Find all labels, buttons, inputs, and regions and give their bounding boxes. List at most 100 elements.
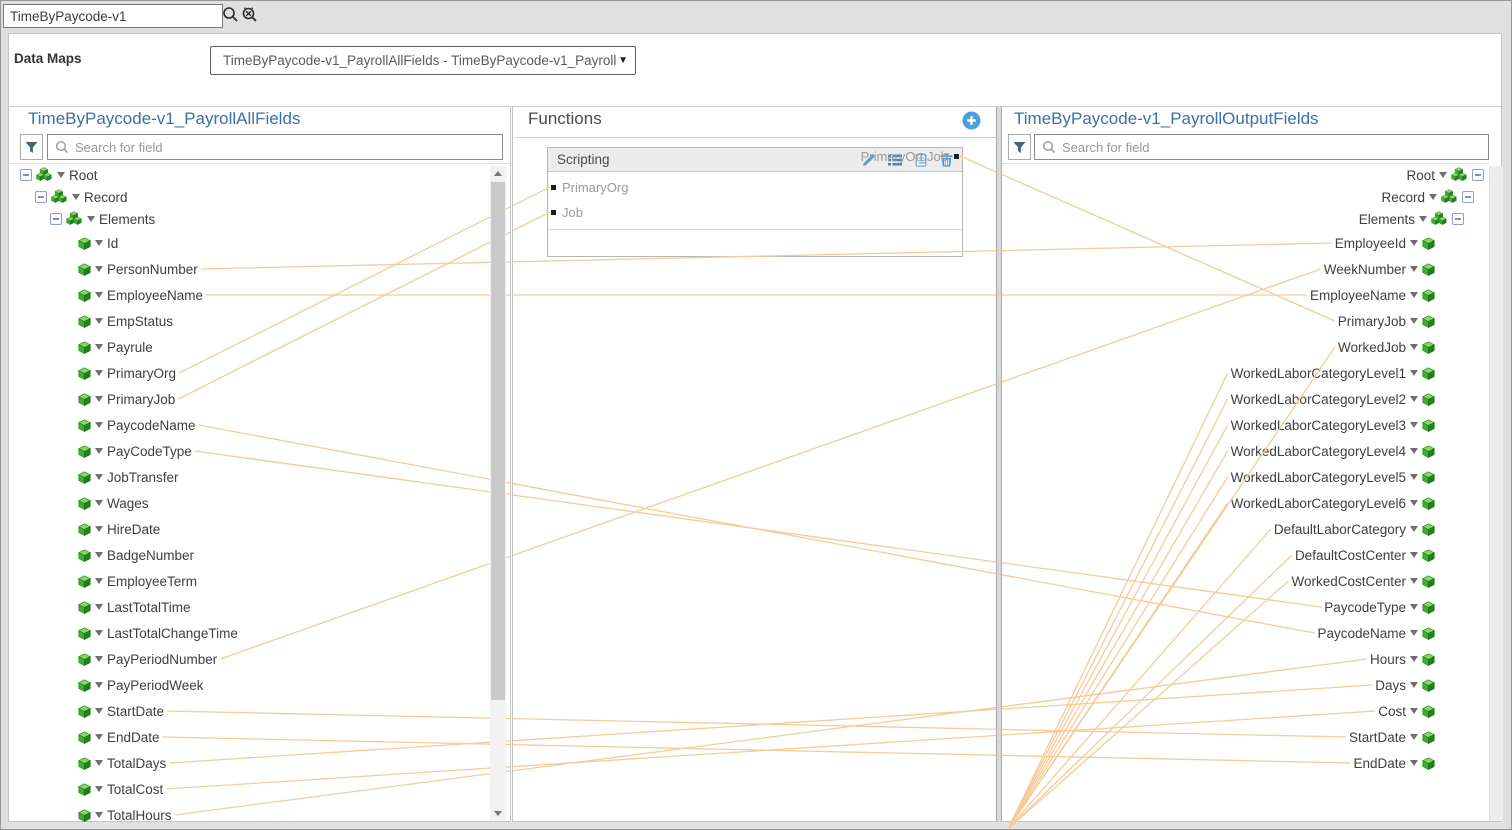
target-tree-row-enddate[interactable]: EndDate <box>1353 750 1435 776</box>
field-menu-arrow-icon[interactable] <box>1410 370 1418 376</box>
object-search-input[interactable] <box>3 4 223 28</box>
field-menu-arrow-icon[interactable] <box>1410 500 1418 506</box>
field-menu-arrow-icon[interactable] <box>95 474 103 480</box>
target-tree-row-primaryjob[interactable]: PrimaryJob <box>1338 308 1435 334</box>
source-tree-row-totalcost[interactable]: TotalCost <box>78 776 163 802</box>
field-menu-arrow-icon[interactable] <box>1410 240 1418 246</box>
field-menu-arrow-icon[interactable] <box>95 344 103 350</box>
target-field-search-input[interactable] <box>1060 139 1488 156</box>
source-tree-row-lasttotaltime[interactable]: LastTotalTime <box>78 594 191 620</box>
add-function-button[interactable] <box>962 111 981 135</box>
field-menu-arrow-icon[interactable] <box>95 266 103 272</box>
field-menu-arrow-icon[interactable] <box>95 656 103 662</box>
field-menu-arrow-icon[interactable] <box>95 604 103 610</box>
output-connector[interactable] <box>954 154 959 159</box>
field-menu-arrow-icon[interactable] <box>95 786 103 792</box>
target-tree-row-workedlaborcategorylevel2[interactable]: WorkedLaborCategoryLevel2 <box>1231 386 1435 412</box>
collapse-icon[interactable] <box>50 213 62 225</box>
source-tree-row-primaryorg[interactable]: PrimaryOrg <box>78 360 176 386</box>
target-tree-row-workedlaborcategorylevel4[interactable]: WorkedLaborCategoryLevel4 <box>1231 438 1435 464</box>
field-menu-arrow-icon[interactable] <box>95 422 103 428</box>
functions-target-splitter[interactable] <box>996 106 1002 822</box>
field-menu-arrow-icon[interactable] <box>95 578 103 584</box>
data-map-select[interactable]: TimeByPaycode-v1_PayrollAllFields - Time… <box>210 46 636 75</box>
source-tree-row-id[interactable]: Id <box>78 230 118 256</box>
field-menu-arrow-icon[interactable] <box>1410 656 1418 662</box>
target-tree-row-hours[interactable]: Hours <box>1370 646 1435 672</box>
field-menu-arrow-icon[interactable] <box>1410 604 1418 610</box>
source-tree-row-paycodename[interactable]: PaycodeName <box>78 412 196 438</box>
target-tree-row-startdate[interactable]: StartDate <box>1349 724 1435 750</box>
field-menu-arrow-icon[interactable] <box>1410 318 1418 324</box>
target-tree-row-days[interactable]: Days <box>1375 672 1435 698</box>
source-field-search-input[interactable] <box>73 139 502 156</box>
source-tree-row-totalhours[interactable]: TotalHours <box>78 802 172 828</box>
source-tree-row-payrule[interactable]: Payrule <box>78 334 153 360</box>
target-tree-row-workedjob[interactable]: WorkedJob <box>1338 334 1435 360</box>
source-tree-row-paycodetype[interactable]: PayCodeType <box>78 438 192 464</box>
target-tree-row-workedlaborcategorylevel1[interactable]: WorkedLaborCategoryLevel1 <box>1231 360 1435 386</box>
field-menu-arrow-icon[interactable] <box>1410 474 1418 480</box>
field-menu-arrow-icon[interactable] <box>95 448 103 454</box>
field-menu-arrow-icon[interactable] <box>1410 344 1418 350</box>
field-menu-arrow-icon[interactable] <box>95 630 103 636</box>
field-menu-arrow-icon[interactable] <box>57 172 65 178</box>
field-menu-arrow-icon[interactable] <box>1410 734 1418 740</box>
field-menu-arrow-icon[interactable] <box>1410 708 1418 714</box>
target-tree-row-defaultlaborcategory[interactable]: DefaultLaborCategory <box>1274 516 1435 542</box>
field-menu-arrow-icon[interactable] <box>1410 422 1418 428</box>
field-menu-arrow-icon[interactable] <box>1410 578 1418 584</box>
target-tree-row-paycodename[interactable]: PaycodeName <box>1317 620 1435 646</box>
source-tree-row-lasttotalchangetime[interactable]: LastTotalChangeTime <box>78 620 238 646</box>
field-menu-arrow-icon[interactable] <box>1410 760 1418 766</box>
field-menu-arrow-icon[interactable] <box>95 500 103 506</box>
scripting-function-box[interactable]: Scripting PrimaryOrgJob PrimaryOrgJob <box>547 147 963 257</box>
collapse-icon[interactable] <box>1462 191 1474 203</box>
function-input-job[interactable]: Job <box>551 204 583 220</box>
source-tree-row-enddate[interactable]: EndDate <box>78 724 160 750</box>
field-menu-arrow-icon[interactable] <box>95 292 103 298</box>
scrollbar-thumb[interactable] <box>491 182 505 700</box>
field-menu-arrow-icon[interactable] <box>1410 448 1418 454</box>
target-tree-row-paycodetype[interactable]: PaycodeType <box>1324 594 1435 620</box>
field-menu-arrow-icon[interactable] <box>95 396 103 402</box>
target-tree-row-employeename[interactable]: EmployeeName <box>1310 282 1435 308</box>
source-tree-row-wages[interactable]: Wages <box>78 490 149 516</box>
target-tree-row-workedlaborcategorylevel6[interactable]: WorkedLaborCategoryLevel6 <box>1231 490 1435 516</box>
source-tree-row-personnumber[interactable]: PersonNumber <box>78 256 198 282</box>
target-tree-row-defaultcostcenter[interactable]: DefaultCostCenter <box>1295 542 1435 568</box>
field-menu-arrow-icon[interactable] <box>95 370 103 376</box>
field-menu-arrow-icon[interactable] <box>95 240 103 246</box>
field-menu-arrow-icon[interactable] <box>1410 526 1418 532</box>
function-output[interactable]: PrimaryOrgJob <box>861 148 959 164</box>
source-tree-row-primaryjob[interactable]: PrimaryJob <box>78 386 175 412</box>
target-tree-row-workedlaborcategorylevel3[interactable]: WorkedLaborCategoryLevel3 <box>1231 412 1435 438</box>
field-menu-arrow-icon[interactable] <box>1410 266 1418 272</box>
source-tree-row-jobtransfer[interactable]: JobTransfer <box>78 464 179 490</box>
source-tree-row-employeename[interactable]: EmployeeName <box>78 282 203 308</box>
source-tree-row-empstatus[interactable]: EmpStatus <box>78 308 173 334</box>
collapse-icon[interactable] <box>1452 213 1464 225</box>
field-menu-arrow-icon[interactable] <box>95 318 103 324</box>
function-input-primaryorg[interactable]: PrimaryOrg <box>551 179 628 195</box>
search-icon[interactable] <box>222 6 239 28</box>
collapse-icon[interactable] <box>35 191 47 203</box>
source-tree-row-totaldays[interactable]: TotalDays <box>78 750 166 776</box>
source-tree-row-badgenumber[interactable]: BadgeNumber <box>78 542 194 568</box>
field-menu-arrow-icon[interactable] <box>1410 630 1418 636</box>
field-menu-arrow-icon[interactable] <box>95 526 103 532</box>
target-tree-row-workedlaborcategorylevel5[interactable]: WorkedLaborCategoryLevel5 <box>1231 464 1435 490</box>
source-tree-row-hiredate[interactable]: HireDate <box>78 516 160 542</box>
field-menu-arrow-icon[interactable] <box>1410 396 1418 402</box>
field-menu-arrow-icon[interactable] <box>1410 292 1418 298</box>
collapse-icon[interactable] <box>20 169 32 181</box>
target-tree-row-weeknumber[interactable]: WeekNumber <box>1324 256 1435 282</box>
source-tree-scrollbar[interactable] <box>490 166 506 821</box>
source-tree-row-payperiodweek[interactable]: PayPeriodWeek <box>78 672 204 698</box>
field-menu-arrow-icon[interactable] <box>95 682 103 688</box>
source-tree-row-startdate[interactable]: StartDate <box>78 698 164 724</box>
field-menu-arrow-icon[interactable] <box>72 194 80 200</box>
field-menu-arrow-icon[interactable] <box>95 552 103 558</box>
clear-search-icon[interactable] <box>241 6 258 28</box>
target-tree-row-workedcostcenter[interactable]: WorkedCostCenter <box>1291 568 1435 594</box>
